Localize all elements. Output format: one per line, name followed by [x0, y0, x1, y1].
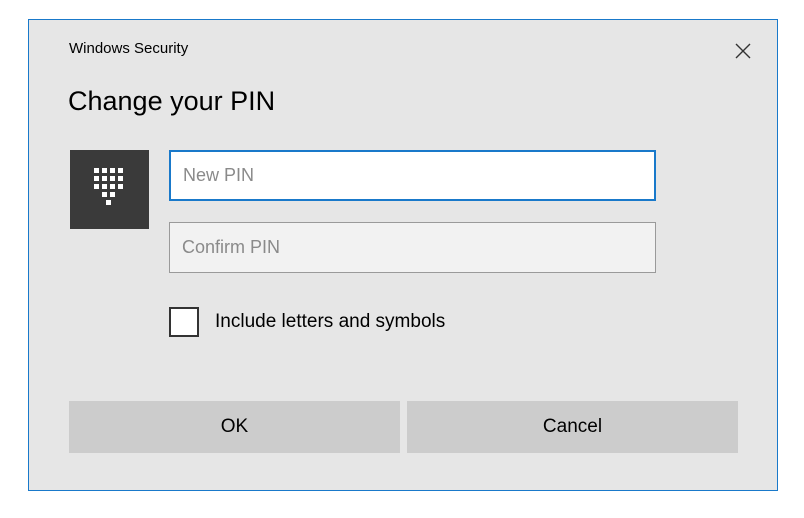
include-letters-checkbox[interactable]	[169, 307, 199, 337]
cancel-button[interactable]: Cancel	[407, 401, 738, 453]
pin-dialog: Windows Security Change your PIN Include…	[28, 19, 778, 491]
keypad-tile	[70, 150, 149, 229]
include-letters-option[interactable]: Include letters and symbols	[169, 307, 445, 337]
page-title: Change your PIN	[68, 86, 276, 116]
close-button[interactable]	[723, 33, 763, 69]
include-letters-label: Include letters and symbols	[215, 311, 446, 332]
confirm-pin-field[interactable]	[169, 222, 656, 273]
window-title: Windows Security	[69, 40, 189, 57]
keypad-icon	[94, 168, 123, 205]
new-pin-field[interactable]	[169, 150, 656, 201]
close-icon	[735, 43, 751, 59]
ok-button[interactable]: OK	[69, 401, 400, 453]
